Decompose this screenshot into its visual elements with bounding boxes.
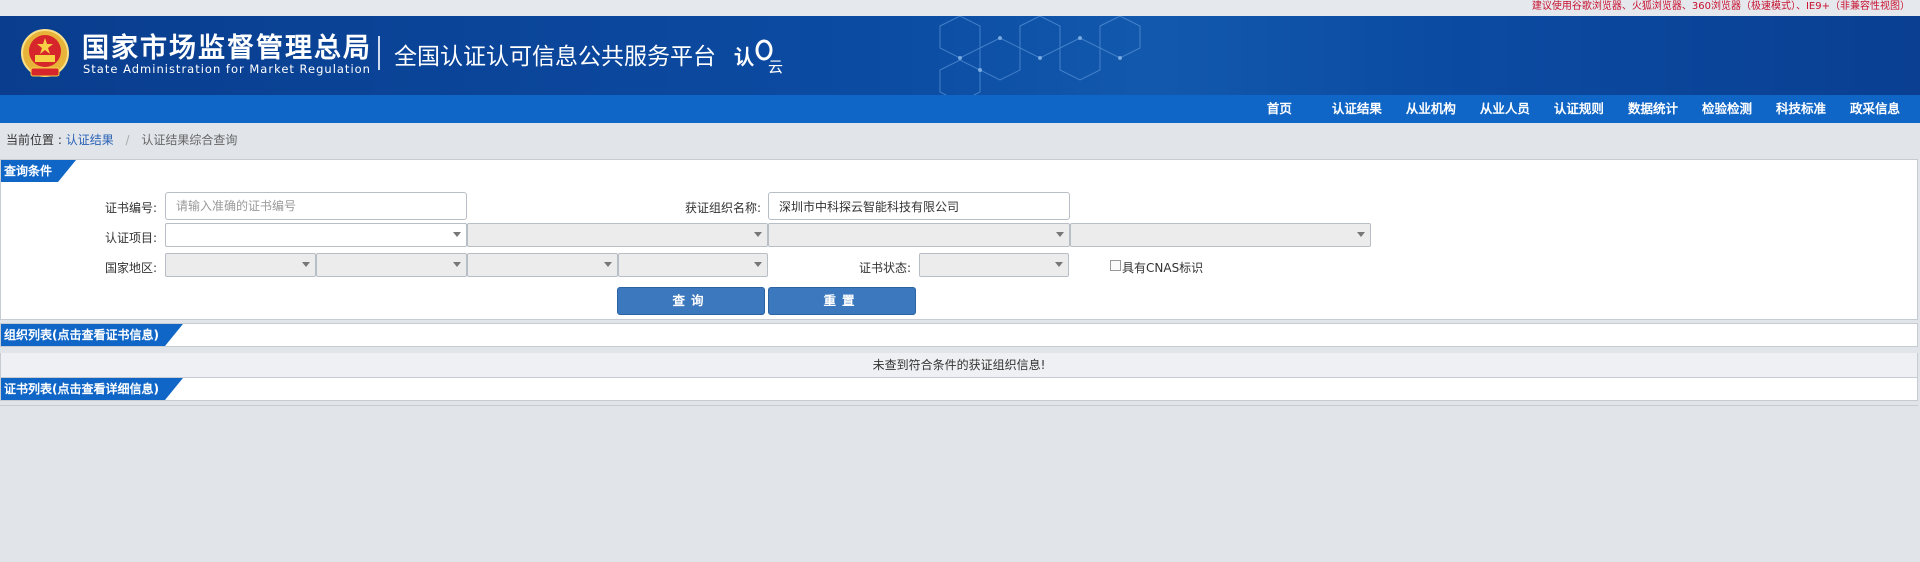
region-select-1[interactable]	[165, 253, 316, 277]
reset-button[interactable]: 重置	[768, 287, 916, 315]
chevron-down-icon	[453, 262, 461, 267]
platform-title: 全国认证认可信息公共服务平台	[394, 44, 716, 70]
chevron-down-icon	[1357, 232, 1365, 237]
chevron-down-icon	[453, 232, 461, 237]
header-banner: 国家市场监督管理总局 State Administration for Mark…	[0, 16, 1920, 95]
breadcrumb-link-cert-results[interactable]: 认证结果	[66, 133, 114, 147]
query-section-title: 查询条件	[1, 160, 76, 182]
cert-list-section-title[interactable]: 证书列表(点击查看详细信息)	[1, 378, 183, 400]
renzhengyun-logo: 认 云	[734, 39, 783, 76]
hexagon-decoration	[939, 16, 1141, 95]
cert-list-section-header: 证书列表(点击查看详细信息)	[0, 377, 1918, 401]
nav-item-cert-rules[interactable]: 认证规则	[1542, 95, 1616, 123]
cert-no-input[interactable]	[165, 192, 467, 220]
region-label: 国家地区:	[104, 261, 157, 275]
nav-item-institutions[interactable]: 从业机构	[1394, 95, 1468, 123]
national-emblem-icon	[21, 29, 69, 77]
nav-item-procurement[interactable]: 政采信息	[1838, 95, 1912, 123]
logo-text-ren: 认	[734, 45, 755, 69]
org-name-english: State Administration for Market Regulati…	[83, 62, 371, 76]
breadcrumb-separator: /	[125, 133, 130, 147]
search-button[interactable]: 查询	[617, 287, 765, 315]
query-panel: 证书编号: 获证组织名称: 认证项目: 国家地区: 证书状态: 具有CNAS标识…	[0, 182, 1918, 320]
org-name-label: 获证组织名称:	[684, 201, 761, 215]
status-select[interactable]	[919, 253, 1069, 277]
project-select-1[interactable]	[165, 223, 467, 247]
org-list-empty-message: 未查到符合条件的获证组织信息!	[0, 353, 1918, 377]
cnas-checkbox[interactable]	[1110, 260, 1121, 271]
chevron-down-icon	[754, 262, 762, 267]
chevron-down-icon	[754, 232, 762, 237]
cnas-label: 具有CNAS标识	[1122, 261, 1204, 275]
status-label: 证书状态:	[858, 261, 911, 275]
chevron-down-icon	[1056, 232, 1064, 237]
header-divider	[378, 36, 380, 70]
org-name-input[interactable]	[768, 192, 1070, 220]
chevron-down-icon	[1055, 262, 1063, 267]
browser-recommendation-note: 建议使用谷歌浏览器、火狐浏览器、360浏览器（极速模式）、IE9+（非兼容性视图…	[0, 0, 1920, 16]
breadcrumb: 当前位置 : 认证结果 / 认证结果综合查询	[6, 131, 237, 148]
project-select-4[interactable]	[1070, 223, 1371, 247]
logo-text-yun: 云	[768, 58, 783, 76]
nav-item-tech-standards[interactable]: 科技标准	[1764, 95, 1838, 123]
org-list-section-header: 组织列表(点击查看证书信息)	[0, 323, 1918, 347]
query-section-header: 查询条件	[0, 159, 1918, 183]
chevron-down-icon	[604, 262, 612, 267]
org-name-chinese: 国家市场监督管理总局	[82, 33, 372, 64]
breadcrumb-current: 认证结果综合查询	[141, 133, 238, 147]
region-select-4[interactable]	[618, 253, 768, 277]
project-select-3[interactable]	[768, 223, 1070, 247]
region-select-2[interactable]	[316, 253, 467, 277]
nav-item-cert-results[interactable]: 认证结果	[1320, 95, 1394, 123]
project-label: 认证项目:	[104, 231, 157, 245]
project-select-2[interactable]	[467, 223, 768, 247]
org-list-section-title[interactable]: 组织列表(点击查看证书信息)	[1, 324, 183, 346]
main-navigation: 首页 认证结果 从业机构 从业人员 认证规则 数据统计 检验检测 科技标准 政采…	[0, 95, 1920, 123]
cert-no-label: 证书编号:	[104, 201, 157, 215]
nav-item-home[interactable]: 首页	[1255, 95, 1304, 123]
region-select-3[interactable]	[467, 253, 618, 277]
nav-item-personnel[interactable]: 从业人员	[1468, 95, 1542, 123]
cert-list-bottom-border	[0, 405, 1918, 407]
nav-item-statistics[interactable]: 数据统计	[1616, 95, 1690, 123]
chevron-down-icon	[302, 262, 310, 267]
breadcrumb-prefix: 当前位置 :	[6, 133, 62, 147]
nav-item-inspection[interactable]: 检验检测	[1690, 95, 1764, 123]
